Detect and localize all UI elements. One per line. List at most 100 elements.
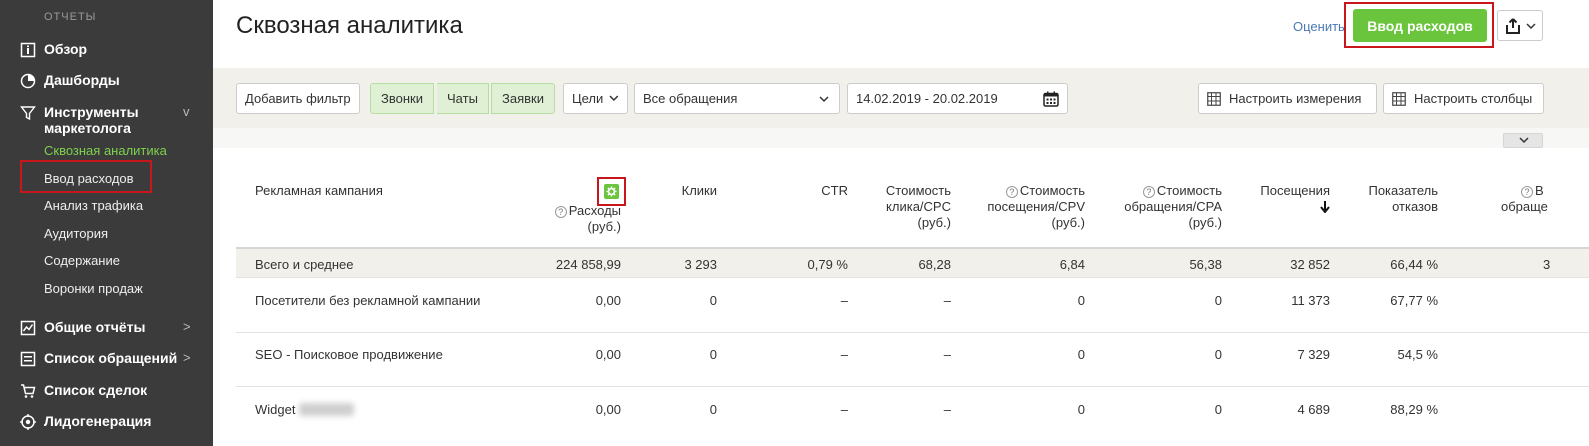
cell-expenses: 0,00 — [595, 293, 621, 308]
chevron-down-icon — [609, 95, 619, 101]
export-button[interactable] — [1497, 10, 1543, 41]
sort-desc-arrow-icon — [1320, 201, 1330, 214]
chevron-right-icon: > — [183, 350, 191, 365]
column-header-ctr[interactable]: CTR — [770, 183, 848, 199]
cell-cpv: 0 — [1077, 402, 1085, 417]
column-header-clicks[interactable]: Клики — [640, 183, 717, 199]
date-range-value: 14.02.2019 - 20.02.2019 — [856, 91, 998, 106]
sidebar-item-label: Инструменты маркетолога — [44, 104, 139, 136]
target-icon — [20, 414, 36, 430]
campaign-name: Widget — [255, 402, 296, 417]
header-line: посещения/CPV — [987, 199, 1085, 214]
calendar-icon — [1043, 91, 1059, 107]
cell-clicks: 0 — [709, 293, 717, 308]
column-header-cpc[interactable]: Стоимость клика/CPC (руб.) — [860, 183, 951, 231]
table-row[interactable]: Посетители без рекламной кампании 0,00 0… — [236, 278, 1589, 333]
chevron-down-icon — [1519, 137, 1529, 144]
column-header-requests[interactable]: ? В обраще — [1500, 183, 1589, 215]
sidebar: ОТЧЕТЫ Обзор Дашборды Инструменты маркет… — [0, 0, 213, 446]
page-title: Сквозная аналитика — [236, 12, 463, 39]
cell-bounce: 67,77 % — [1390, 293, 1438, 308]
column-header-campaign[interactable]: Рекламная кампания — [255, 183, 383, 199]
help-icon[interactable]: ? — [554, 206, 567, 218]
configure-dimensions-label: Настроить измерения — [1229, 91, 1362, 106]
header-line: клика/CPC — [886, 199, 951, 214]
table-row-total: Всего и среднее 224 858,99 3 293 0,79 % … — [236, 249, 1589, 278]
column-header-expenses[interactable]: ? Расходы (руб.) — [520, 203, 621, 235]
list-icon — [20, 351, 36, 367]
help-icon[interactable]: ? — [1521, 186, 1533, 198]
column-header-bounce-rate[interactable]: Показатель отказов — [1345, 183, 1438, 215]
collapse-toolbar-button[interactable] — [1503, 133, 1543, 148]
chart-icon — [20, 320, 36, 336]
cell-expenses: 0,00 — [595, 347, 621, 362]
goals-dropdown[interactable]: Цели — [563, 83, 628, 114]
column-header-cpv[interactable]: ? Стоимость посещения/CPV (руб.) — [965, 183, 1085, 231]
cell-visits: 32 852 — [1290, 257, 1330, 272]
help-icon[interactable]: ? — [1142, 186, 1155, 198]
cell-visits: 7 329 — [1297, 347, 1330, 362]
cell-clicks: 0 — [709, 402, 717, 417]
gear-icon — [606, 186, 617, 197]
configure-columns-label: Настроить столбцы — [1414, 91, 1533, 106]
cell-campaign: SEO - Поисковое продвижение — [255, 347, 443, 362]
sidebar-subitem-sales-funnels[interactable]: Воронки продаж — [44, 281, 143, 296]
cell-cpv: 6,84 — [1059, 257, 1085, 272]
grid-icon — [1392, 91, 1406, 106]
requests-select[interactable]: Все обращения — [634, 83, 840, 114]
cell-cpc: 68,28 — [918, 257, 951, 272]
help-icon[interactable]: ? — [1005, 186, 1018, 198]
configure-dimensions-button[interactable]: Настроить измерения — [1198, 83, 1377, 114]
header-line: (руб.) — [917, 215, 951, 230]
header-line: (руб.) — [1188, 215, 1222, 230]
cell-requests: 3 — [1543, 257, 1551, 272]
header-line: Посещения — [1260, 183, 1330, 198]
chevron-down-icon: v — [183, 104, 190, 119]
column-header-cpa[interactable]: ? Стоимость обращения/CPA (руб.) — [1100, 183, 1222, 231]
sidebar-subitem-traffic-analysis[interactable]: Анализ трафика — [44, 198, 143, 213]
header-line: (руб.) — [1051, 215, 1085, 230]
add-filter-button[interactable]: Добавить фильтр — [236, 83, 360, 114]
cell-campaign: Widget — [255, 402, 355, 417]
table-row[interactable]: SEO - Поисковое продвижение 0,00 0 – – 0… — [236, 333, 1589, 387]
rate-link[interactable]: Оценить — [1293, 19, 1345, 34]
segment-chats[interactable]: Чаты — [437, 83, 489, 114]
segment-calls[interactable]: Звонки — [370, 83, 434, 114]
configure-columns-button[interactable]: Настроить столбцы — [1383, 83, 1544, 114]
sidebar-subitem-content[interactable]: Содержание — [44, 253, 120, 268]
column-header-visits[interactable]: Посещения — [1240, 183, 1330, 217]
cell-visits: 11 373 — [1291, 293, 1330, 308]
cart-icon — [21, 384, 36, 398]
pie-chart-icon — [20, 73, 36, 89]
segment-requests[interactable]: Заявки — [491, 83, 555, 114]
enter-expenses-button[interactable]: Ввод расходов — [1353, 9, 1487, 42]
sidebar-subitem-audience[interactable]: Аудитория — [44, 226, 108, 241]
chevron-down-icon — [819, 96, 829, 103]
cell-bounce: 66,44 % — [1390, 257, 1438, 272]
header-line: обращения/CPA — [1124, 199, 1222, 214]
header-line: Стоимость — [1156, 183, 1222, 198]
cell-expenses: 0,00 — [595, 402, 621, 417]
settings-gear-button[interactable] — [604, 184, 619, 199]
table-row[interactable]: Widget 0,00 0 – – 0 0 4 689 88,29 % — [236, 387, 1589, 446]
cell-ctr: – — [840, 293, 848, 308]
grid-icon — [1207, 91, 1221, 106]
header-line: (руб.) — [587, 219, 621, 234]
highlight-frame — [597, 177, 626, 206]
cell-cpc: – — [943, 402, 951, 417]
requests-select-value: Все обращения — [643, 91, 738, 106]
header-line: отказов — [1392, 199, 1438, 214]
cell-campaign: Посетители без рекламной кампании — [255, 293, 481, 308]
cell-cpa: 0 — [1214, 402, 1222, 417]
header-line: Стоимость — [1019, 183, 1085, 198]
cell-ctr: – — [840, 402, 848, 417]
funnel-icon — [20, 106, 36, 121]
cell-bounce: 88,29 % — [1390, 402, 1438, 417]
cell-ctr: 0,79 % — [807, 257, 848, 272]
filter-toolbar: Добавить фильтр Звонки Чаты Заявки Цели … — [213, 68, 1589, 128]
sidebar-subitem-end-to-end-analytics[interactable]: Сквозная аналитика — [44, 143, 167, 158]
redacted-text — [299, 403, 355, 416]
chevron-down-icon — [1526, 23, 1536, 30]
cell-clicks: 0 — [709, 347, 717, 362]
date-range-picker[interactable]: 14.02.2019 - 20.02.2019 — [847, 83, 1068, 114]
